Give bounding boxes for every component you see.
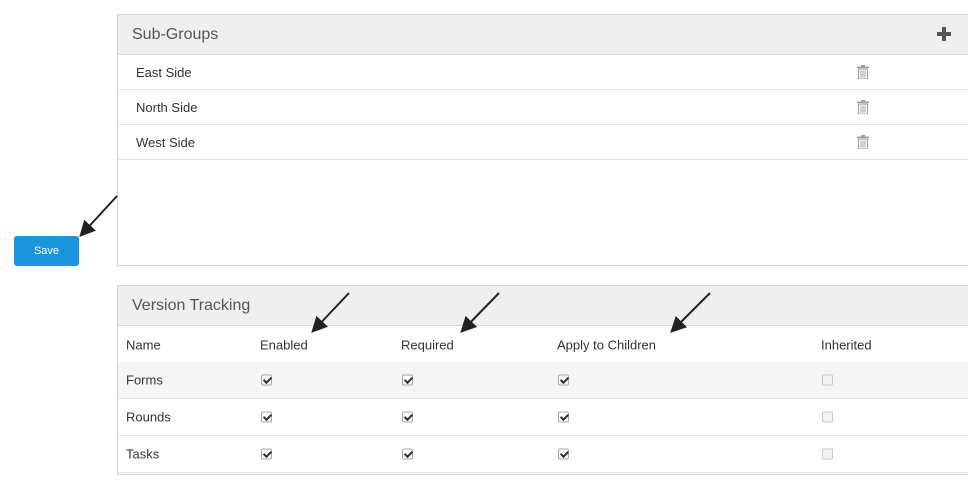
required-checkbox[interactable]: [402, 374, 413, 386]
version-tracking-header: Version Tracking: [118, 286, 968, 326]
sub-group-name: North Side: [136, 99, 198, 115]
row-name: Rounds: [126, 409, 171, 425]
column-header: Enabled: [260, 337, 308, 352]
sub-group-name: East Side: [136, 64, 192, 80]
column-header: Required: [401, 337, 454, 352]
apply-to-children-checkbox[interactable]: [558, 374, 569, 386]
inherited-checkbox[interactable]: [822, 411, 833, 423]
table-row: Tasks: [118, 436, 968, 473]
trash-icon[interactable]: [857, 100, 869, 114]
sub-group-row[interactable]: West Side: [118, 125, 968, 160]
apply-to-children-checkbox[interactable]: [558, 411, 569, 423]
apply-to-children-checkbox[interactable]: [558, 448, 569, 460]
enabled-checkbox[interactable]: [261, 448, 272, 460]
arrow-to-save: [79, 195, 118, 237]
required-checkbox[interactable]: [402, 411, 413, 423]
sub-groups-panel: Sub-Groups East Side North Side West Side: [117, 14, 968, 266]
row-name: Forms: [126, 372, 163, 388]
sub-groups-header: Sub-Groups: [118, 15, 968, 55]
table-header-row: Name Enabled Required Apply to Children Inhe…: [118, 327, 968, 362]
version-tracking-table: Name Enabled Required Apply to Children Inhe…: [118, 327, 968, 473]
save-button[interactable]: Save: [14, 236, 79, 266]
trash-icon[interactable]: [857, 135, 869, 149]
plus-icon[interactable]: [936, 26, 952, 42]
column-header: Inherited: [821, 337, 872, 352]
column-header: Apply to Children: [557, 337, 656, 352]
inherited-checkbox[interactable]: [822, 374, 833, 386]
table-row: Rounds: [118, 399, 968, 436]
table-row: Forms: [118, 362, 968, 399]
enabled-checkbox[interactable]: [261, 374, 272, 386]
sub-group-name: West Side: [136, 134, 196, 150]
version-tracking-panel: Version Tracking Name Enabled Required Appl…: [117, 285, 968, 475]
row-name: Tasks: [126, 446, 160, 462]
version-tracking-title: Version Tracking: [132, 296, 251, 314]
sub-groups-title: Sub-Groups: [132, 25, 219, 43]
inherited-checkbox[interactable]: [822, 448, 833, 460]
sub-group-row[interactable]: East Side: [118, 55, 968, 90]
enabled-checkbox[interactable]: [261, 411, 272, 423]
sub-group-row[interactable]: North Side: [118, 90, 968, 125]
required-checkbox[interactable]: [402, 448, 413, 460]
column-header: Name: [126, 337, 161, 352]
trash-icon[interactable]: [857, 65, 869, 79]
